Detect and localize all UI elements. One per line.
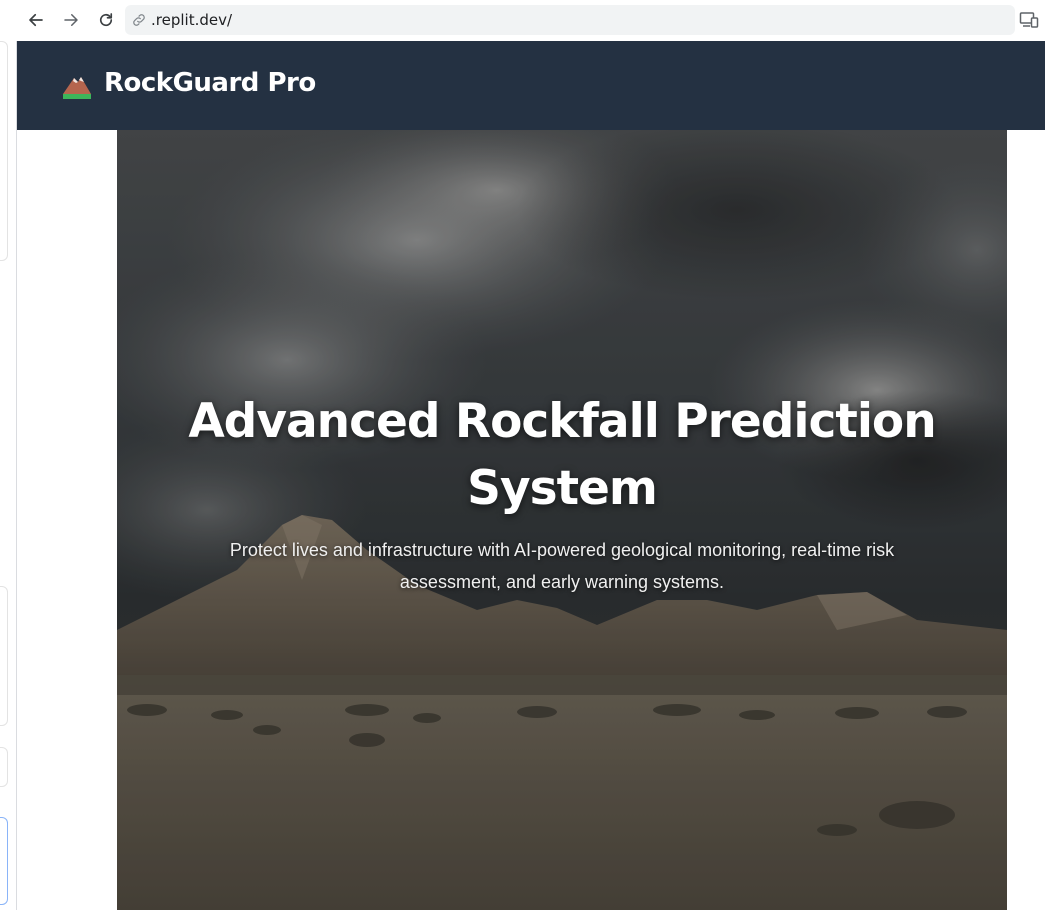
back-arrow-icon[interactable] bbox=[24, 8, 48, 32]
side-panel-edge bbox=[0, 41, 17, 910]
app-header: RockGuard Pro bbox=[17, 41, 1045, 130]
brand-name[interactable]: RockGuard Pro bbox=[104, 68, 316, 98]
url-text[interactable]: .replit.dev/ bbox=[151, 11, 232, 29]
reload-icon[interactable] bbox=[94, 8, 118, 32]
devices-icon[interactable] bbox=[1017, 9, 1041, 31]
mountain-icon bbox=[62, 72, 92, 100]
panel-segment bbox=[0, 586, 8, 726]
panel-segment bbox=[0, 747, 8, 787]
address-bar[interactable]: .replit.dev/ bbox=[125, 5, 1015, 35]
hero-subtitle: Protect lives and infrastructure with AI… bbox=[229, 540, 895, 592]
browser-toolbar: .replit.dev/ bbox=[0, 0, 1045, 41]
hero-title: Advanced Rockfall Prediction System bbox=[188, 394, 936, 516]
forward-arrow-icon[interactable] bbox=[59, 8, 83, 32]
site-info-icon[interactable] bbox=[131, 12, 147, 28]
panel-segment bbox=[0, 41, 8, 261]
hero-section: Advanced Rockfall Prediction System Prot… bbox=[117, 130, 1007, 910]
panel-segment bbox=[0, 817, 8, 905]
